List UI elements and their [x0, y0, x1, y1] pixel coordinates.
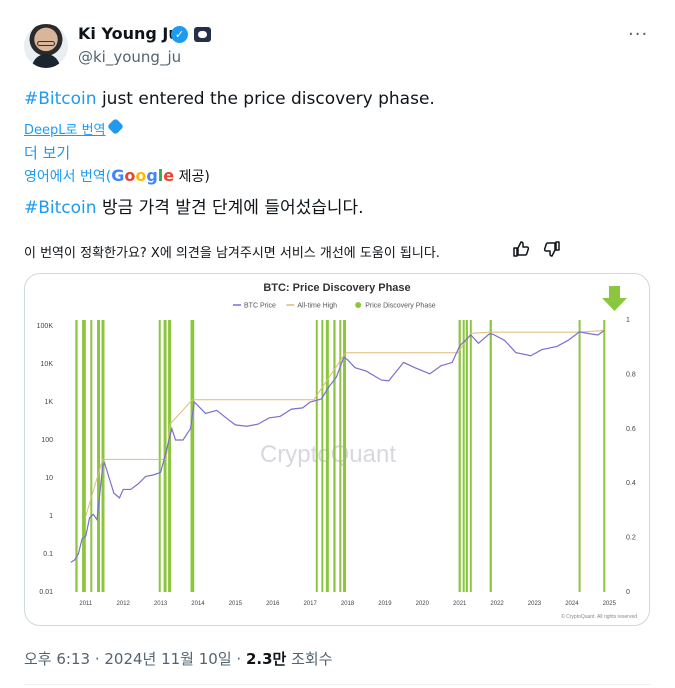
x-tick-label: 2012	[117, 601, 131, 607]
show-more-link[interactable]: 더 보기	[24, 142, 70, 163]
phase-bar	[82, 320, 86, 592]
x-tick-label: 2018	[341, 601, 355, 607]
affiliate-badge-icon[interactable]	[194, 27, 211, 42]
y-left-tick-label: 0.1	[43, 551, 53, 558]
legend-label: Price Discovery Phase	[365, 303, 436, 310]
y-left-tick-label: 1K	[44, 399, 53, 406]
phase-bar	[462, 320, 465, 592]
phase-bar	[315, 320, 318, 592]
divider	[24, 684, 651, 685]
x-tick-label: 2013	[154, 601, 168, 607]
avatar[interactable]	[24, 24, 68, 68]
phase-bar	[168, 320, 172, 592]
x-tick-label: 2020	[416, 601, 430, 607]
y-left-tick-label: 100K	[37, 323, 54, 330]
phase-bar	[469, 320, 472, 592]
more-options-icon[interactable]: ···	[628, 24, 648, 45]
y-right-tick-label: 0.8	[626, 371, 636, 378]
x-tick-label: 2022	[490, 601, 504, 607]
timestamp[interactable]: 오후 6:13 · 2024년 11월 10일 ·	[24, 650, 246, 668]
x-tick-label: 2024	[565, 601, 579, 607]
phase-bar	[333, 320, 336, 592]
legend-swatch	[355, 302, 362, 308]
x-tick-label: 2015	[229, 601, 243, 607]
y-left-tick-label: 1	[49, 513, 53, 520]
price-discovery-chart: BTC: Price Discovery Phase BTC Price All-…	[37, 282, 638, 620]
chart-card[interactable]: BTC: Price Discovery Phase BTC Price All-…	[24, 273, 650, 626]
deepl-icon	[107, 118, 124, 135]
x-tick-label: 2025	[603, 601, 617, 607]
thumbs-up-icon[interactable]	[512, 240, 530, 258]
translated-text: #Bitcoin 방금 가격 발견 단계에 들어섰습니다.	[24, 198, 364, 218]
google-logo: Google	[111, 166, 175, 185]
x-tick-label: 2016	[266, 601, 280, 607]
phase-bar	[458, 320, 461, 592]
y-left-tick-label: 100	[41, 437, 53, 444]
y-left-tick-label: 10	[45, 475, 53, 482]
author-name[interactable]: Ki Young Ju	[78, 24, 180, 43]
translated-hashtag-link[interactable]: #Bitcoin	[24, 198, 97, 218]
chart-footer: © CryptoQuant. All rights reserved	[561, 613, 637, 620]
x-tick-label: 2017	[303, 601, 317, 607]
y-left-tick-label: 10K	[41, 361, 54, 368]
y-right-tick-label: 0.6	[626, 426, 636, 433]
y-right-tick-label: 0.4	[626, 480, 636, 487]
tweet-meta: 오후 6:13 · 2024년 11월 10일 · 2.3만 조회수	[24, 650, 333, 668]
translation-attribution: 영어에서 번역(Google 제공)	[24, 166, 210, 185]
translation-feedback-text: 이 번역이 정확한가요? X에 의견을 남겨주시면 서비스 개선에 도움이 됩니…	[24, 246, 440, 261]
phase-bar	[465, 320, 468, 592]
phase-bar	[75, 320, 78, 592]
phase-bar	[158, 320, 161, 592]
phase-bar	[325, 320, 329, 592]
phase-bar	[603, 320, 606, 592]
phase-bar	[190, 320, 195, 592]
phase-bar	[489, 320, 492, 592]
x-tick-label: 2023	[528, 601, 542, 607]
hashtag-link[interactable]: #Bitcoin	[24, 89, 97, 109]
phase-bar	[90, 320, 93, 592]
y-right-tick-label: 0.2	[626, 535, 636, 542]
chart-title: BTC: Price Discovery Phase	[263, 282, 410, 294]
y-left-tick-label: 0.01	[39, 589, 53, 596]
x-tick-label: 2019	[378, 601, 392, 607]
x-tick-label: 2014	[191, 601, 205, 607]
phase-bar	[97, 320, 101, 592]
phase-bar	[578, 320, 581, 592]
x-tick-label: 2021	[453, 601, 467, 607]
legend-label: BTC Price	[244, 303, 276, 310]
phase-bar	[343, 320, 347, 592]
author-handle[interactable]: @ki_young_ju	[78, 48, 181, 66]
phase-bar	[101, 320, 105, 592]
phase-bar	[321, 320, 324, 592]
thumbs-down-icon[interactable]	[543, 240, 561, 258]
tweet-text: #Bitcoin just entered the price discover…	[24, 89, 435, 109]
x-tick-label: 2011	[79, 601, 93, 607]
y-right-tick-label: 0	[626, 589, 630, 596]
legend-label: All-time High	[297, 303, 337, 310]
verified-check-icon: ✓	[171, 26, 188, 43]
deepl-translate-link[interactable]: DeepL로 번역	[24, 119, 106, 138]
y-right-tick-label: 1	[626, 317, 630, 324]
view-count: 2.3만	[245, 650, 287, 668]
down-arrow-icon	[602, 286, 627, 311]
